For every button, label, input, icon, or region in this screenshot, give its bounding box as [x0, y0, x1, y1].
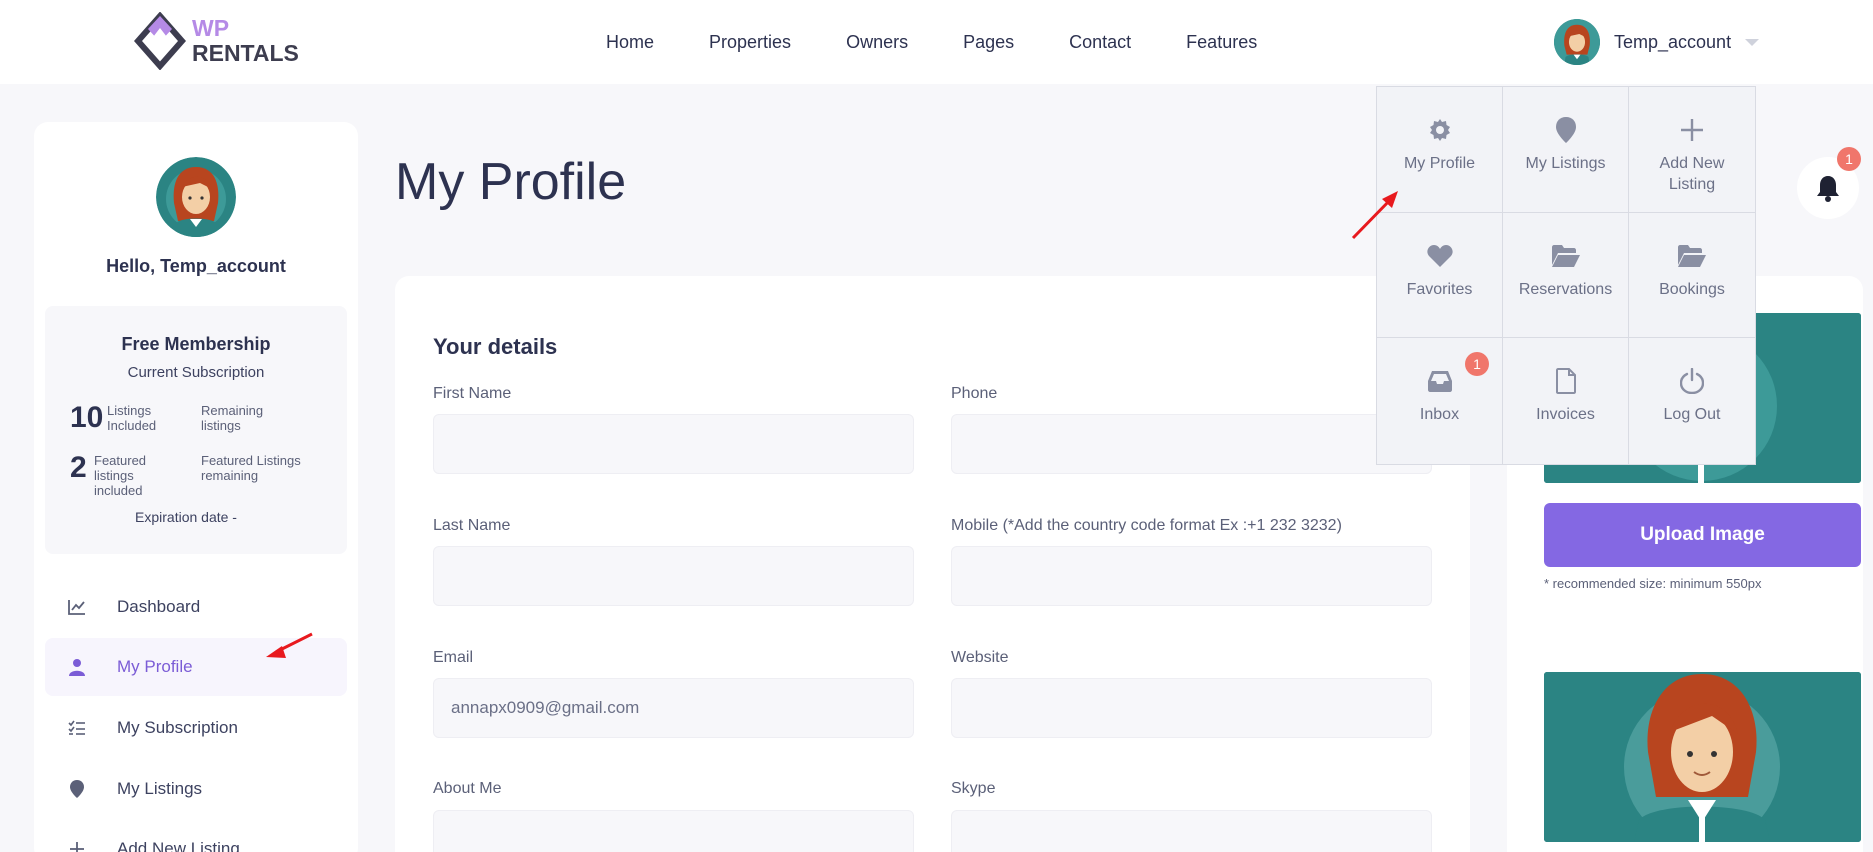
logo-rentals: RENTALS: [192, 40, 299, 66]
dropdown-item-inbox[interactable]: 1 Inbox: [1377, 338, 1503, 464]
email-label: Email: [433, 649, 474, 666]
nav-owners[interactable]: Owners: [846, 32, 908, 53]
membership-title: Free Membership: [121, 334, 271, 354]
avatar: [1554, 19, 1600, 65]
dropdown-label: Invoices: [1536, 406, 1595, 424]
skype-field[interactable]: [951, 810, 1432, 852]
dropdown-label: My Profile: [1403, 155, 1476, 172]
website-field[interactable]: [951, 678, 1432, 738]
plus-icon: [1680, 117, 1704, 143]
details-card: Your details First Name Phone Last Name …: [395, 276, 1470, 852]
phone-field[interactable]: [951, 414, 1432, 474]
dropdown-item-reservations[interactable]: Reservations: [1503, 212, 1629, 339]
mobile-field[interactable]: [951, 546, 1432, 606]
membership-subtitle: Current Subscription: [127, 364, 265, 381]
nav-features[interactable]: Features: [1186, 32, 1257, 53]
listings-label: Listings Included: [107, 403, 157, 433]
featured-count: 2: [70, 451, 87, 484]
last-name-field[interactable]: [433, 546, 914, 606]
sidebar-item-label: My Subscription: [117, 718, 238, 737]
about-field[interactable]: [433, 810, 914, 852]
featured-label: Featured listings included: [94, 453, 147, 498]
sidebar-item-add-new-listing[interactable]: Add New Listing: [45, 820, 347, 852]
mobile-label: Mobile (*Add the country code format Ex …: [951, 517, 1342, 534]
featured-remaining-label: Featured Listings remaining: [201, 453, 301, 483]
dropdown-item-my-listings[interactable]: My Listings: [1503, 87, 1629, 213]
notification-badge: 1: [1837, 147, 1861, 171]
nav-properties[interactable]: Properties: [709, 32, 791, 53]
plus-icon: [67, 839, 87, 852]
nav-contact[interactable]: Contact: [1069, 32, 1131, 53]
sidebar-item-label: Add New Listing: [117, 839, 240, 852]
sidebar-item-label: My Profile: [117, 657, 193, 676]
logo-icon: [134, 12, 186, 70]
upload-note: * recommended size: minimum 550px: [1544, 576, 1762, 591]
user-dropdown-menu: My Profile My Listings Add New Listing F…: [1376, 86, 1756, 465]
top-header: WP RENTALS Home Properties Owners Pages …: [0, 0, 1873, 84]
heart-icon: [1426, 243, 1453, 269]
nav-pages[interactable]: Pages: [963, 32, 1014, 53]
user-icon: [67, 657, 87, 677]
dropdown-label: Inbox: [1419, 406, 1460, 424]
gear-icon: [1428, 117, 1452, 143]
nav-home[interactable]: Home: [606, 32, 654, 53]
dropdown-label: Bookings: [1659, 280, 1725, 298]
dropdown-label: My Listings: [1525, 155, 1606, 172]
email-field[interactable]: annapx0909@gmail.com: [433, 678, 914, 738]
sidebar-item-label: My Listings: [117, 779, 203, 798]
sidebar: Hello, Temp_account Free Membership Curr…: [34, 122, 358, 852]
folder-open-icon: [1678, 243, 1706, 269]
document-icon: [1555, 368, 1576, 395]
profile-image: [1544, 672, 1861, 842]
notification-button[interactable]: 1: [1797, 147, 1861, 219]
main-nav: Home Properties Owners Pages Contact Fea…: [606, 0, 1312, 84]
inbox-badge: 1: [1465, 352, 1489, 377]
power-icon: [1680, 368, 1704, 395]
map-pin-icon: [67, 779, 87, 799]
page-title: My Profile: [395, 153, 627, 211]
first-name-label: First Name: [433, 385, 512, 402]
map-pin-icon: [1555, 117, 1576, 143]
dropdown-label: Log Out: [1663, 406, 1721, 424]
upload-image-button[interactable]: Upload Image: [1544, 503, 1861, 567]
remaining-label: Remaining listings: [201, 403, 264, 433]
dropdown-item-invoices[interactable]: Invoices: [1503, 338, 1629, 464]
bell-icon: [1817, 176, 1839, 202]
sidebar-item-my-listings[interactable]: My Listings: [45, 760, 347, 818]
profile-avatar: [156, 157, 236, 237]
dropdown-label: Reservations: [1518, 280, 1613, 298]
sidebar-item-my-subscription[interactable]: My Subscription: [45, 699, 347, 757]
dropdown-item-bookings[interactable]: Bookings: [1629, 213, 1755, 339]
annotation-arrow-icon: [1351, 191, 1398, 240]
site-logo[interactable]: WP RENTALS: [132, 12, 312, 70]
sidebar-item-label: Dashboard: [117, 597, 201, 616]
checklist-icon: [67, 718, 87, 738]
dropdown-item-log-out[interactable]: Log Out: [1629, 338, 1755, 464]
about-label: About Me: [433, 780, 502, 797]
logo-wp: WP: [192, 15, 230, 41]
last-name-label: Last Name: [433, 517, 511, 534]
expiration-date: Expiration date -: [135, 509, 237, 525]
chevron-down-icon: [1745, 38, 1760, 46]
inbox-icon: [1427, 368, 1453, 394]
dropdown-label: Favorites: [1406, 280, 1473, 298]
details-title: Your details: [433, 334, 558, 359]
chart-icon: [67, 597, 87, 617]
listings-count: 10: [70, 401, 104, 434]
website-label: Website: [951, 649, 1009, 666]
membership-box: Free Membership Current Subscription 10 …: [45, 306, 347, 554]
user-name: Temp_account: [1614, 31, 1732, 52]
dropdown-item-add-new-listing[interactable]: Add New Listing: [1629, 87, 1755, 213]
greeting: Hello, Temp_account: [106, 256, 286, 276]
dropdown-label: Add New Listing: [1659, 155, 1725, 193]
user-menu-toggle[interactable]: Temp_account: [1554, 18, 1760, 66]
first-name-field[interactable]: [433, 414, 914, 474]
phone-label: Phone: [951, 385, 998, 402]
folder-open-icon: [1551, 243, 1580, 269]
annotation-arrow-icon: [266, 632, 313, 658]
skype-label: Skype: [951, 780, 996, 797]
